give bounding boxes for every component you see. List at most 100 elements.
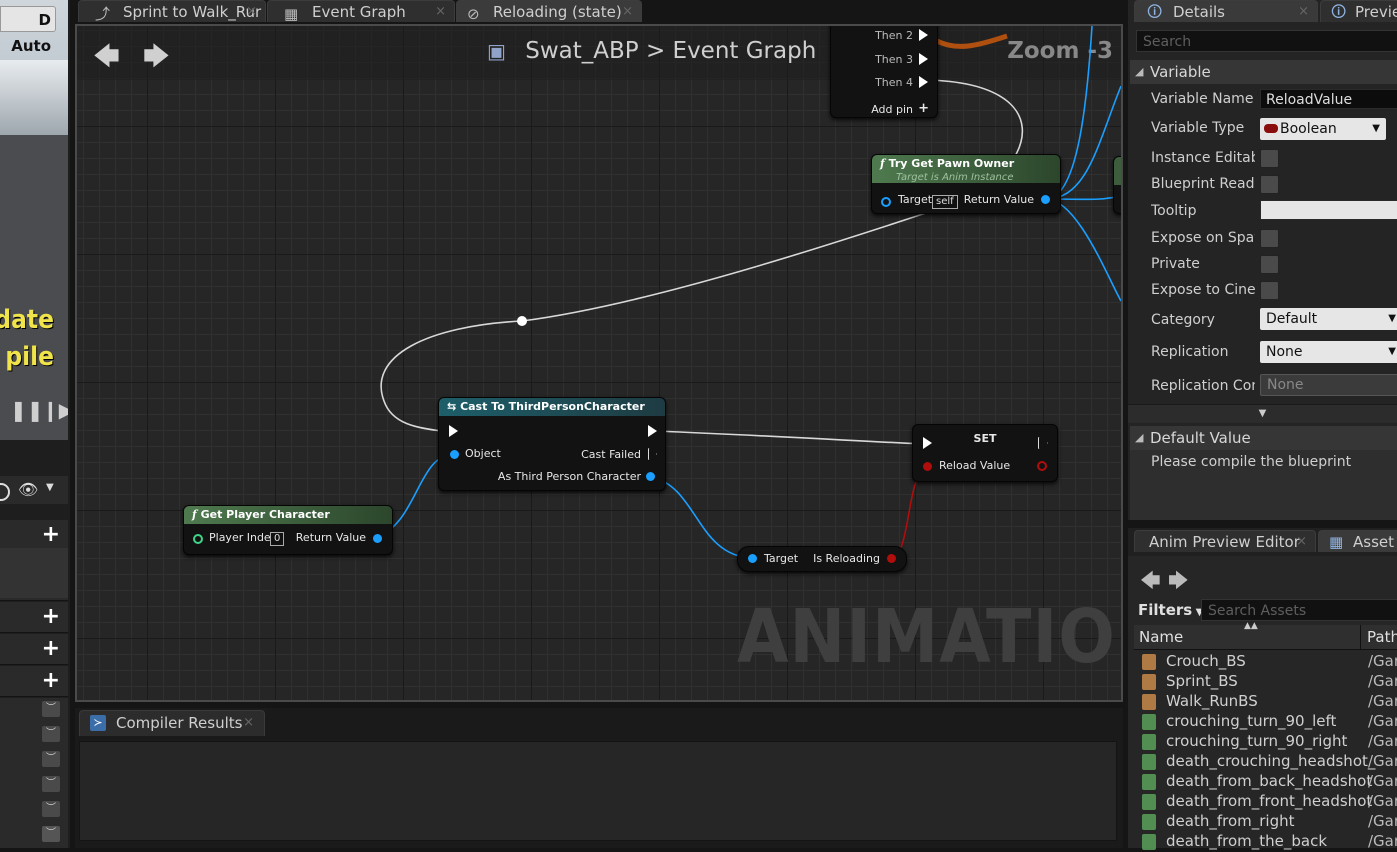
advanced-expander-icon[interactable]: ▼ xyxy=(1128,404,1397,423)
close-icon[interactable]: × xyxy=(1296,531,1307,553)
compiler-results-panel: ≻ Compiler Results × xyxy=(75,708,1123,848)
add-pin-label[interactable]: Add pin xyxy=(871,103,913,116)
asset-path: /Gar xyxy=(1368,672,1397,690)
back-arrow-icon[interactable]: 🡄 xyxy=(1140,566,1161,600)
replication-dropdown[interactable]: None ▼ xyxy=(1260,341,1397,363)
tab-preview[interactable]: 🛈 Previe xyxy=(1320,0,1397,22)
expose-on-spawn-checkbox[interactable] xyxy=(1260,229,1279,248)
tab-anim-preview-editor[interactable]: Anim Preview Editor × xyxy=(1134,530,1316,552)
chevron-down-icon: ▼ xyxy=(1372,123,1380,134)
variable-type-dropdown[interactable]: Boolean ▼ xyxy=(1260,118,1386,140)
tab-event-graph[interactable]: ▦ Event Graph × xyxy=(267,0,455,23)
add-icon[interactable]: + xyxy=(42,524,60,546)
return-value-label: Return Value xyxy=(963,193,1034,206)
blueprint-readonly-checkbox[interactable] xyxy=(1260,175,1279,194)
expand-chevron-icon[interactable]: ︶ xyxy=(42,801,60,817)
instance-editable-checkbox[interactable] xyxy=(1260,149,1279,168)
object-wire xyxy=(650,476,753,559)
column-name[interactable]: Name xyxy=(1139,628,1183,646)
reload-value-output-pin[interactable] xyxy=(1037,461,1047,471)
eye-icon[interactable]: 👁 xyxy=(18,480,38,499)
tab-label: Reloading (state) xyxy=(493,3,622,21)
expand-chevron-icon[interactable]: ︶ xyxy=(42,826,60,842)
add-pin-icon[interactable]: + xyxy=(918,101,929,116)
private-checkbox[interactable] xyxy=(1260,255,1279,274)
replication-condition-dropdown[interactable]: None xyxy=(1260,374,1397,396)
tooltip-field[interactable] xyxy=(1260,200,1397,220)
get-player-character-node[interactable]: f Get Player Character Player Index 0 Re… xyxy=(183,505,393,555)
target-pin[interactable] xyxy=(881,197,891,207)
add-icon[interactable]: + xyxy=(42,670,60,692)
forward-arrow-icon[interactable]: 🡆 xyxy=(1168,566,1189,600)
close-icon[interactable]: × xyxy=(1298,1,1309,23)
step-forward-icon[interactable]: ❙▶ xyxy=(42,398,68,422)
player-index-pin[interactable] xyxy=(193,534,203,544)
cast-to-thirdpersoncharacter-node[interactable]: ⇆ Cast To ThirdPersonCharacter Object Ca… xyxy=(438,397,666,491)
exec-wire xyxy=(654,430,924,445)
reload-value-input-pin[interactable] xyxy=(923,462,932,471)
viewport-preview[interactable]: D Auto date pile ❚❚ ❙▶ xyxy=(0,0,68,440)
target-default-value[interactable]: self xyxy=(932,195,958,209)
target-pin[interactable] xyxy=(748,554,757,563)
close-icon[interactable]: × xyxy=(246,1,257,23)
details-search-input[interactable]: Search xyxy=(1136,30,1397,52)
expand-chevron-icon[interactable]: ︶ xyxy=(42,776,60,792)
cast-failed-exec-pin[interactable] xyxy=(648,448,657,460)
chevron-down-icon[interactable]: ▼ xyxy=(46,482,54,493)
tab-label: Sprint to Walk_Rur xyxy=(123,3,262,21)
asset-name: Sprint_BS xyxy=(1166,672,1238,690)
variable-name-label: Variable Name xyxy=(1151,91,1254,107)
expand-chevron-icon[interactable]: ︶ xyxy=(42,701,60,717)
as-third-person-pin[interactable] xyxy=(646,472,655,481)
then-2-exec-pin[interactable] xyxy=(919,29,928,41)
return-value-pin[interactable] xyxy=(1041,195,1050,204)
sequence-node[interactable]: Then 2 Then 3 Then 4 Add pin + xyxy=(830,26,938,118)
replication-value: None xyxy=(1266,344,1303,360)
filter-icon[interactable] xyxy=(0,483,10,501)
try-get-pawn-owner-node[interactable]: f Try Get Pawn Owner Target is Anim Inst… xyxy=(871,154,1061,214)
set-reload-value-node[interactable]: SET Reload Value xyxy=(912,424,1058,482)
pause-icon[interactable]: ❚❚ xyxy=(10,398,44,422)
tab-compiler-results[interactable]: ≻ Compiler Results × xyxy=(79,710,265,736)
close-icon[interactable]: × xyxy=(622,1,633,23)
category-label: Category xyxy=(1151,312,1215,328)
view-mode-button[interactable]: D Auto xyxy=(0,6,56,55)
expand-chevron-icon[interactable]: ︶ xyxy=(42,726,60,742)
section-default-value[interactable]: ◢ Default Value xyxy=(1130,426,1397,450)
return-value-pin[interactable] xyxy=(373,534,382,543)
add-icon[interactable]: + xyxy=(42,606,60,628)
event-graph-canvas[interactable]: 🡄 🡆 ▣ Swat_ABP > Event Graph Zoom -3 ANI… xyxy=(75,24,1123,702)
search-assets-input[interactable]: Search Assets xyxy=(1201,599,1397,621)
category-dropdown[interactable]: Default ▼ xyxy=(1260,308,1397,330)
tab-details[interactable]: 🛈 Details × xyxy=(1134,0,1318,22)
object-pin[interactable] xyxy=(450,450,459,459)
then-4-exec-pin[interactable] xyxy=(919,76,928,88)
is-reloading-node[interactable]: Target Is Reloading xyxy=(737,546,907,572)
exec-in-pin[interactable] xyxy=(923,437,932,449)
variable-name-field[interactable]: ReloadValue xyxy=(1260,89,1397,109)
close-icon[interactable]: × xyxy=(243,711,254,735)
filters-button[interactable]: Filters ▼ xyxy=(1138,601,1203,619)
section-variable[interactable]: ◢ Variable xyxy=(1130,60,1397,84)
tab-reloading-state[interactable]: ⊘ Reloading (state) × xyxy=(456,0,642,23)
then-3-exec-pin[interactable] xyxy=(919,53,928,65)
asset-path: /Gar xyxy=(1368,752,1397,770)
asset-path: /Gar xyxy=(1368,712,1397,730)
column-divider[interactable] xyxy=(1360,625,1361,649)
cast-icon: ⇆ xyxy=(447,400,457,413)
expose-cinematics-checkbox[interactable] xyxy=(1260,281,1279,300)
exec-in-pin[interactable] xyxy=(449,425,458,437)
left-panel-section: + xyxy=(0,666,68,697)
player-index-value[interactable]: 0 xyxy=(270,532,285,546)
partial-node[interactable] xyxy=(1113,156,1121,214)
close-icon[interactable]: × xyxy=(435,1,446,23)
add-icon[interactable]: + xyxy=(42,638,60,660)
exec-out-pin[interactable] xyxy=(648,425,657,437)
expand-chevron-icon[interactable]: ︶ xyxy=(42,751,60,767)
private-label: Private xyxy=(1151,256,1200,272)
column-path[interactable]: Path xyxy=(1367,628,1397,646)
tab-asset-browser[interactable]: ▦ Asset xyxy=(1318,530,1397,552)
is-reloading-pin[interactable] xyxy=(887,554,896,563)
collapse-triangle-icon: ◢ xyxy=(1135,431,1144,444)
tab-sprint-to-walk[interactable]: ⤴ Sprint to Walk_Rur × xyxy=(78,0,266,23)
